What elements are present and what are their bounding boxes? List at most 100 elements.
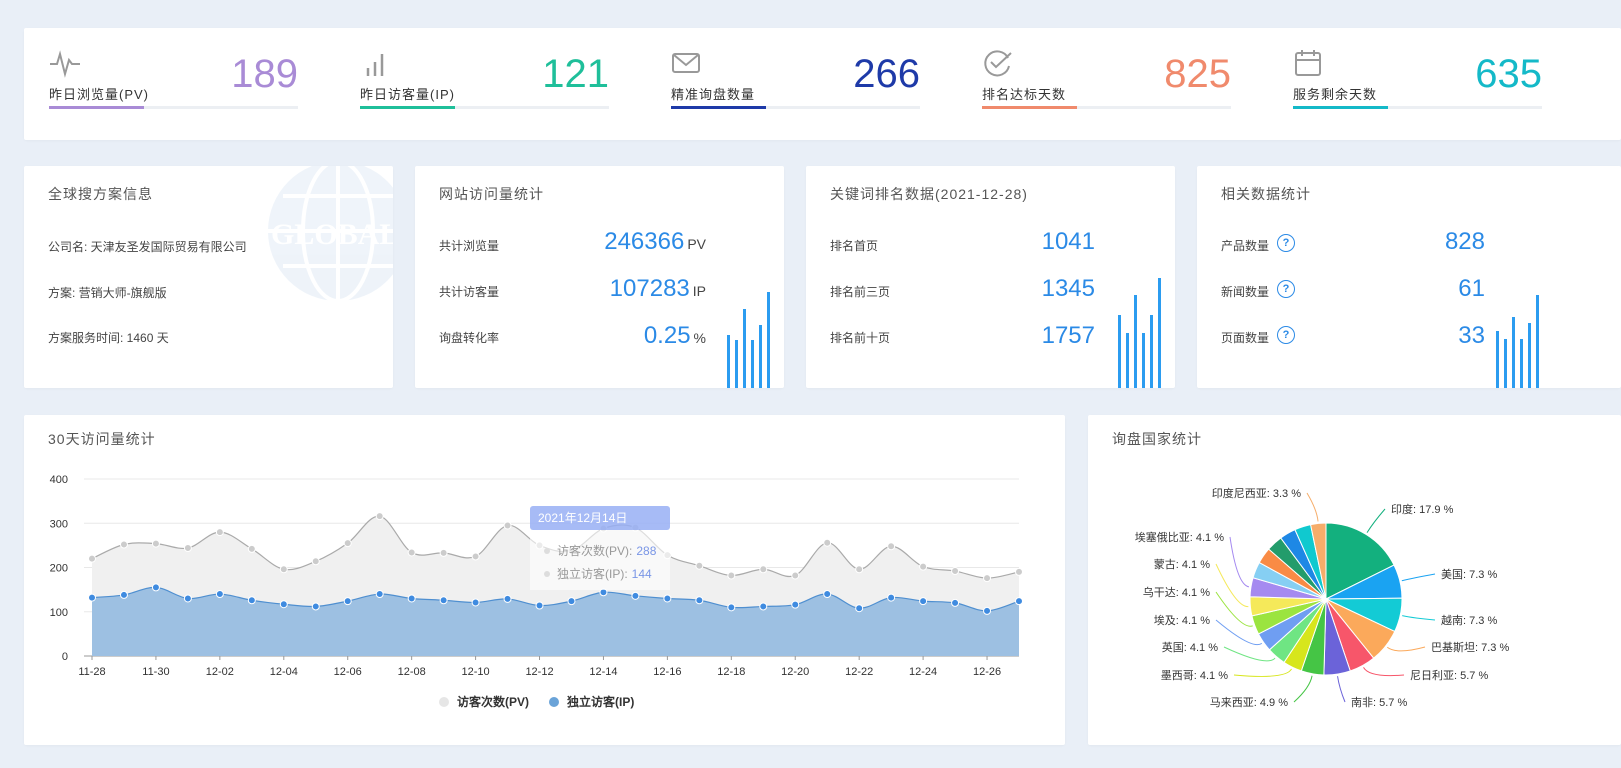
series-point-1[interactable]: [663, 594, 672, 603]
legend-label-1[interactable]: 独立访客(IP): [566, 694, 634, 709]
series-point-1[interactable]: [279, 600, 288, 609]
series-point-1[interactable]: [951, 598, 960, 607]
pie-label: 埃塞俄比亚: 4.1 %: [1135, 530, 1224, 544]
series-point-0[interactable]: [887, 542, 896, 551]
mini-bar: [1134, 294, 1137, 388]
pie-label: 南非: 5.7 %: [1351, 696, 1407, 709]
stat-progress-fill: [49, 106, 144, 109]
globe-watermark-text: GLOBAL: [271, 218, 393, 251]
series-point-0[interactable]: [119, 540, 128, 549]
series-point-1[interactable]: [823, 590, 832, 599]
series-point-1[interactable]: [247, 596, 256, 605]
calendar-icon: [1295, 50, 1321, 76]
series-point-1[interactable]: [119, 590, 128, 599]
pie-leader-line: [1293, 675, 1313, 703]
series-point-0[interactable]: [919, 562, 928, 571]
x-tick-label: 12-02: [206, 666, 234, 678]
series-point-1[interactable]: [343, 597, 352, 606]
pages-help-icon[interactable]: ?: [1277, 326, 1295, 344]
series-point-1[interactable]: [695, 596, 704, 605]
series-point-1[interactable]: [759, 602, 768, 611]
tooltip-ip-label: 独立访客(IP):: [557, 566, 628, 581]
series-point-1[interactable]: [311, 602, 320, 611]
series-point-1[interactable]: [887, 593, 896, 602]
series-point-0[interactable]: [407, 548, 416, 557]
country-pie-chart[interactable]: 印度: 17.9 % 美国: 7.3 % 越南: 7.3 % 巴基斯坦: 7.3 % 尼…: [1088, 415, 1621, 745]
related-news-value: 61: [1458, 275, 1485, 302]
tooltip-ip-dot: [544, 571, 550, 577]
series-point-0[interactable]: [311, 557, 320, 566]
series-point-0[interactable]: [759, 565, 768, 574]
legend-marker-0[interactable]: [439, 697, 449, 707]
tooltip-body: [530, 530, 670, 590]
news-help-icon[interactable]: ?: [1277, 280, 1295, 298]
series-point-1[interactable]: [439, 596, 448, 605]
series-point-0[interactable]: [823, 538, 832, 547]
mini-bar: [1520, 339, 1523, 388]
mini-bar: [1142, 333, 1145, 388]
series-point-1[interactable]: [727, 603, 736, 612]
series-point-1[interactable]: [88, 593, 96, 602]
pie-label: 印度: 17.9 %: [1391, 502, 1454, 516]
series-point-1[interactable]: [535, 601, 544, 610]
related-products-value: 828: [1444, 228, 1485, 255]
company-service-time: 方案服务时间: 1460 天: [48, 331, 169, 345]
products-help-icon[interactable]: ?: [1277, 234, 1295, 252]
series-point-1[interactable]: [215, 590, 224, 599]
stat-progress-track: [49, 106, 298, 109]
series-point-0[interactable]: [983, 574, 992, 583]
series-point-0[interactable]: [183, 544, 192, 553]
stat-progress-fill: [671, 106, 766, 109]
pie-label: 墨西哥: 4.1 %: [1161, 669, 1228, 682]
pie-label: 乌干达: 4.1 %: [1143, 585, 1210, 599]
trend-chart[interactable]: 0 100 200 300 400 11-28 11-30 12-02 12-04 12-06 12…: [24, 415, 1065, 745]
series-point-1[interactable]: [503, 594, 512, 603]
series-point-1[interactable]: [919, 597, 928, 606]
series-point-0[interactable]: [791, 571, 800, 580]
visits-conversion-value: 0.25%: [643, 322, 706, 349]
series-point-0[interactable]: [343, 539, 352, 548]
series-point-0[interactable]: [439, 548, 448, 557]
series-point-0[interactable]: [471, 552, 480, 561]
company-info-card: GLOBAL 全球搜方案信息 公司名: 天津友圣发国际贸易有限公司 方案: 营销…: [24, 166, 393, 388]
series-point-1[interactable]: [407, 594, 416, 603]
series-point-1[interactable]: [791, 600, 800, 609]
series-point-1[interactable]: [151, 583, 160, 592]
series-point-1[interactable]: [855, 604, 864, 613]
series-point-1[interactable]: [471, 598, 480, 607]
stat-label: 精准询盘数量: [671, 87, 756, 102]
series-point-0[interactable]: [1015, 567, 1023, 576]
series-point-0[interactable]: [375, 512, 384, 521]
stat-1: 昨日访客量(IP) 121: [360, 28, 609, 140]
y-tick-label: 300: [50, 518, 68, 530]
series-point-0[interactable]: [503, 521, 512, 530]
series-point-1[interactable]: [1015, 597, 1023, 606]
series-point-0[interactable]: [151, 539, 160, 548]
series-point-0[interactable]: [247, 544, 256, 553]
series-point-1[interactable]: [375, 590, 384, 599]
pie-label: 越南: 7.3 %: [1441, 613, 1497, 627]
x-tick-label: 12-08: [398, 666, 426, 678]
pie-leader-line: [1306, 492, 1319, 522]
related-mini-bars: [1496, 290, 1539, 388]
pie-leader-line: [1386, 646, 1426, 652]
series-point-1[interactable]: [567, 597, 576, 606]
series-point-0[interactable]: [951, 567, 960, 576]
series-point-0[interactable]: [855, 565, 864, 574]
series-point-0[interactable]: [695, 561, 704, 570]
series-point-0[interactable]: [727, 571, 736, 580]
stat-3: 排名达标天数 825: [982, 28, 1231, 140]
series-point-0[interactable]: [88, 554, 96, 563]
tooltip-pv-label: 访客次数(PV):: [557, 543, 632, 558]
series-point-1[interactable]: [183, 594, 192, 603]
legend-label-0[interactable]: 访客次数(PV): [457, 694, 529, 709]
company-card-title: 全球搜方案信息: [48, 186, 153, 202]
series-point-1[interactable]: [631, 591, 640, 600]
series-point-1[interactable]: [983, 606, 992, 615]
legend-marker-1[interactable]: [549, 697, 559, 707]
series-point-0[interactable]: [279, 565, 288, 574]
tooltip-pv: 访客次数(PV): 288: [557, 543, 657, 558]
pie-leader-line: [1401, 573, 1436, 582]
series-point-0[interactable]: [215, 528, 224, 537]
stat-value: 189: [231, 52, 298, 96]
